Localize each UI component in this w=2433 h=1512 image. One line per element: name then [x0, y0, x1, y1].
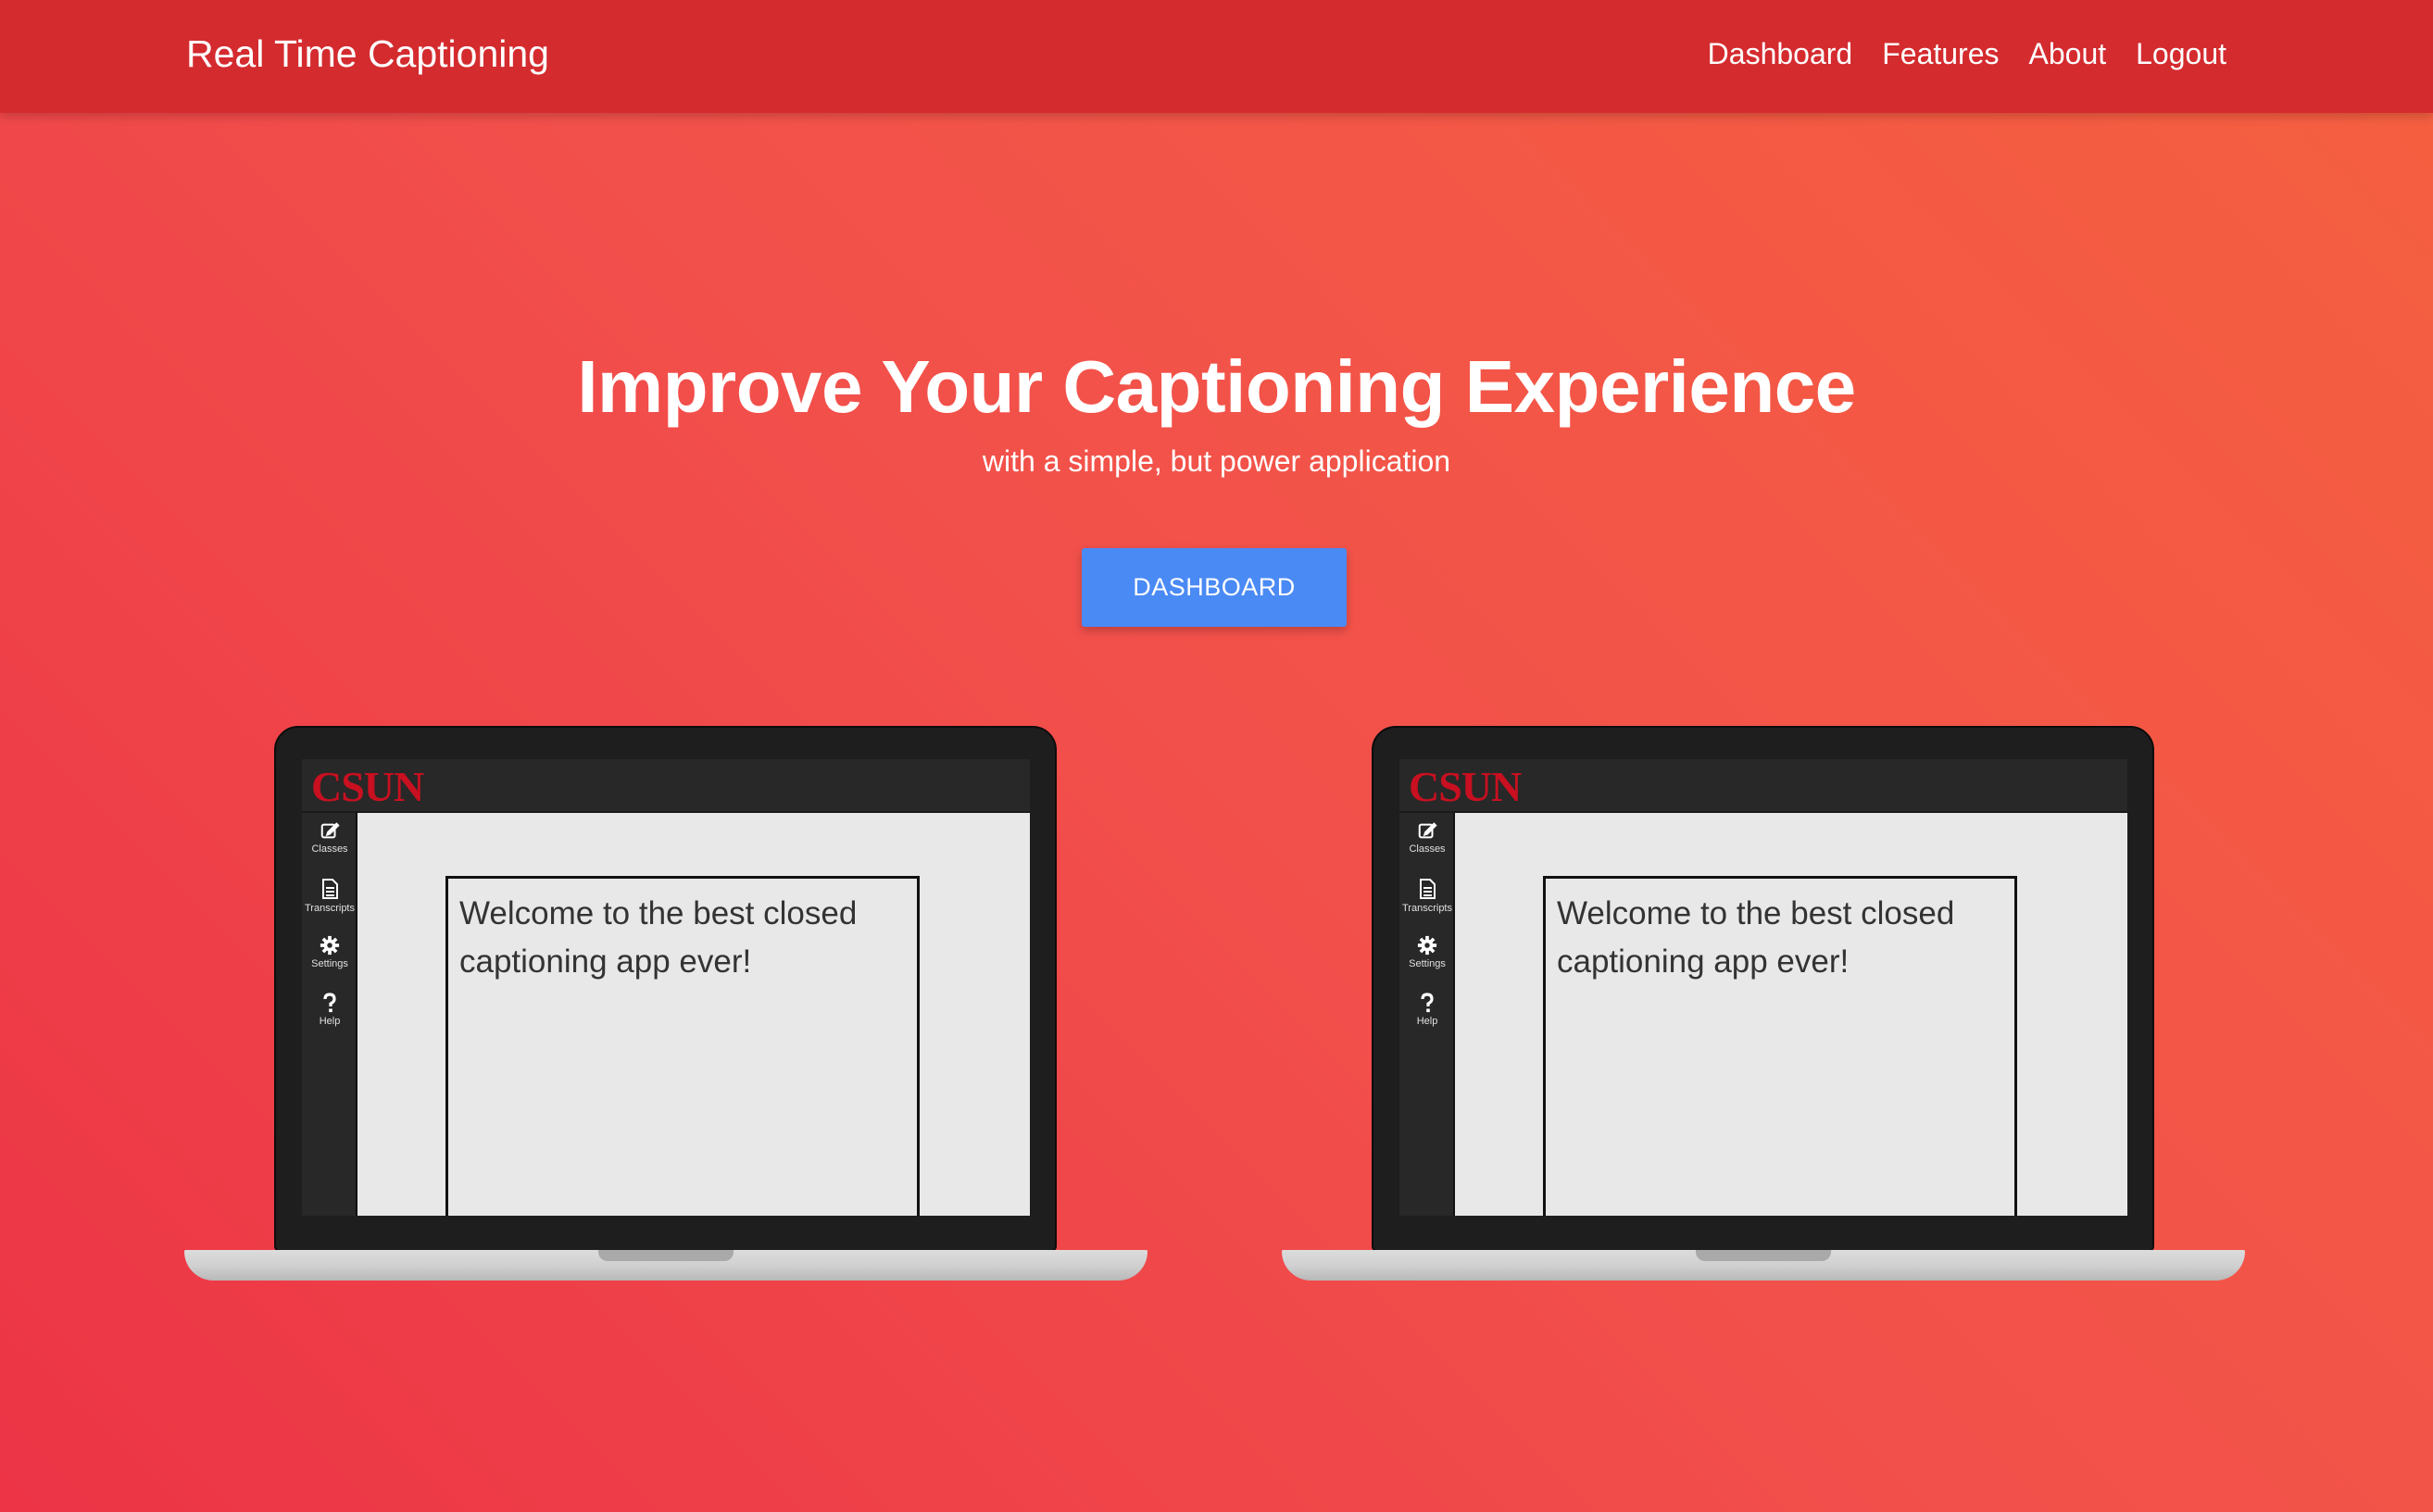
hero-subtitle: with a simple, but power application — [982, 444, 1451, 478]
nav-links: Dashboard Features About Logout — [1708, 28, 2226, 80]
laptop-notch — [1696, 1250, 1831, 1261]
laptop-lid: CSUN Classes Transcripts Settings Help W… — [1372, 726, 2154, 1252]
app-sidebar: Classes Transcripts Settings Help — [1399, 813, 1455, 1216]
sidebar-item-settings: Settings — [1399, 935, 1455, 970]
caption-text: Welcome to the best closed captioning ap… — [1557, 895, 1955, 980]
laptop-screen: CSUN Classes Transcripts Settings Help W… — [302, 759, 1030, 1216]
sidebar-label: Transcripts — [305, 903, 355, 914]
sidebar-label: Settings — [311, 958, 348, 969]
sidebar-item-transcripts: Transcripts — [1399, 878, 1455, 915]
question-icon — [1421, 993, 1434, 1013]
document-icon — [322, 879, 338, 899]
app-sidebar: Classes Transcripts Settings Help — [302, 813, 357, 1216]
sidebar-item-settings: Settings — [302, 935, 357, 970]
sidebar-label: Transcripts — [1402, 903, 1452, 914]
sidebar-item-help: Help — [1399, 993, 1455, 1028]
caption-text: Welcome to the best closed captioning ap… — [459, 895, 858, 980]
sidebar-label: Classes — [311, 843, 348, 855]
edit-icon — [1418, 822, 1437, 839]
laptop-lid: CSUN Classes Transcripts Settings Help W… — [274, 726, 1057, 1252]
navbar: Real Time Captioning Dashboard Features … — [0, 0, 2433, 113]
dashboard-button[interactable]: DASHBOARD — [1082, 548, 1347, 627]
sidebar-label: Settings — [1409, 958, 1446, 969]
sidebar-label: Classes — [1409, 843, 1446, 855]
nav-link-features[interactable]: Features — [1882, 28, 1999, 80]
laptop-notch — [598, 1250, 734, 1261]
question-icon — [323, 993, 336, 1013]
nav-link-logout[interactable]: Logout — [2136, 28, 2226, 80]
sidebar-label: Help — [1416, 1016, 1438, 1027]
laptop-screen: CSUN Classes Transcripts Settings Help W… — [1399, 759, 2127, 1216]
document-icon — [1420, 879, 1436, 899]
nav-link-about[interactable]: About — [2029, 28, 2107, 80]
laptop-mockup-left: CSUN Classes Transcripts Settings Help W… — [184, 726, 1148, 1281]
sidebar-item-classes: Classes — [1399, 820, 1455, 856]
gear-icon — [1417, 935, 1437, 956]
edit-icon — [320, 822, 340, 839]
csun-logo: CSUN — [1409, 763, 1522, 810]
nav-link-dashboard[interactable]: Dashboard — [1708, 28, 1853, 80]
caption-box: Welcome to the best closed captioning ap… — [445, 876, 920, 1216]
csun-logo: CSUN — [311, 763, 424, 810]
sidebar-item-classes: Classes — [302, 820, 357, 856]
app-header: CSUN — [1399, 759, 2127, 813]
sidebar-item-transcripts: Transcripts — [302, 878, 357, 915]
laptop-mockup-right: CSUN Classes Transcripts Settings Help W… — [1282, 726, 2245, 1281]
sidebar-label: Help — [319, 1016, 341, 1027]
gear-icon — [320, 935, 340, 956]
app-header: CSUN — [302, 759, 1030, 813]
sidebar-item-help: Help — [302, 993, 357, 1028]
hero-title: Improve Your Captioning Experience — [577, 345, 1856, 428]
caption-box: Welcome to the best closed captioning ap… — [1543, 876, 2017, 1216]
brand-link[interactable]: Real Time Captioning — [186, 28, 549, 80]
